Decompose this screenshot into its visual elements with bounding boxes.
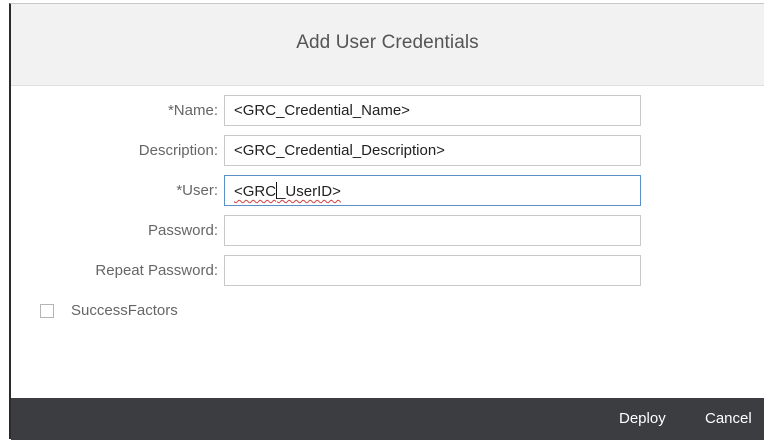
description-row: Description: <GRC_Credential_Description… — [11, 135, 764, 169]
dialog-header: Add User Credentials — [11, 4, 764, 86]
user-input[interactable]: <GRC_UserID> — [224, 175, 641, 206]
deploy-button[interactable]: Deploy — [619, 410, 666, 427]
dialog-title: Add User Credentials — [296, 32, 479, 53]
successfactors-checkbox[interactable] — [40, 304, 54, 318]
user-label: *User: — [176, 182, 218, 199]
repeat-password-input[interactable] — [224, 255, 641, 286]
password-row: Password: — [11, 215, 764, 249]
name-input[interactable]: <GRC_Credential_Name> — [224, 95, 641, 126]
description-label: Description: — [138, 142, 218, 159]
dialog-footer: Deploy Cancel — [11, 398, 764, 440]
user-input-text-after-caret: _UserID> — [277, 183, 341, 200]
password-label: Password: — [147, 222, 218, 239]
repeat-password-label: Repeat Password: — [95, 262, 218, 279]
repeat-password-row: Repeat Password: — [11, 255, 764, 289]
add-user-credentials-dialog: Add User Credentials *Name: <GRC_Credent… — [9, 3, 764, 440]
user-row: *User: <GRC_UserID> — [11, 175, 764, 209]
name-label: *Name: — [167, 102, 218, 119]
cancel-button[interactable]: Cancel — [705, 410, 752, 427]
password-input[interactable] — [224, 215, 641, 246]
name-row: *Name: <GRC_Credential_Name> — [11, 95, 764, 129]
description-input[interactable]: <GRC_Credential_Description> — [224, 135, 641, 166]
successfactors-label: SuccessFactors — [71, 302, 178, 319]
successfactors-option[interactable]: SuccessFactors — [40, 302, 340, 322]
user-input-text-before-caret: <GRC — [234, 183, 277, 200]
credentials-form: *Name: <GRC_Credential_Name> Description… — [11, 86, 764, 396]
